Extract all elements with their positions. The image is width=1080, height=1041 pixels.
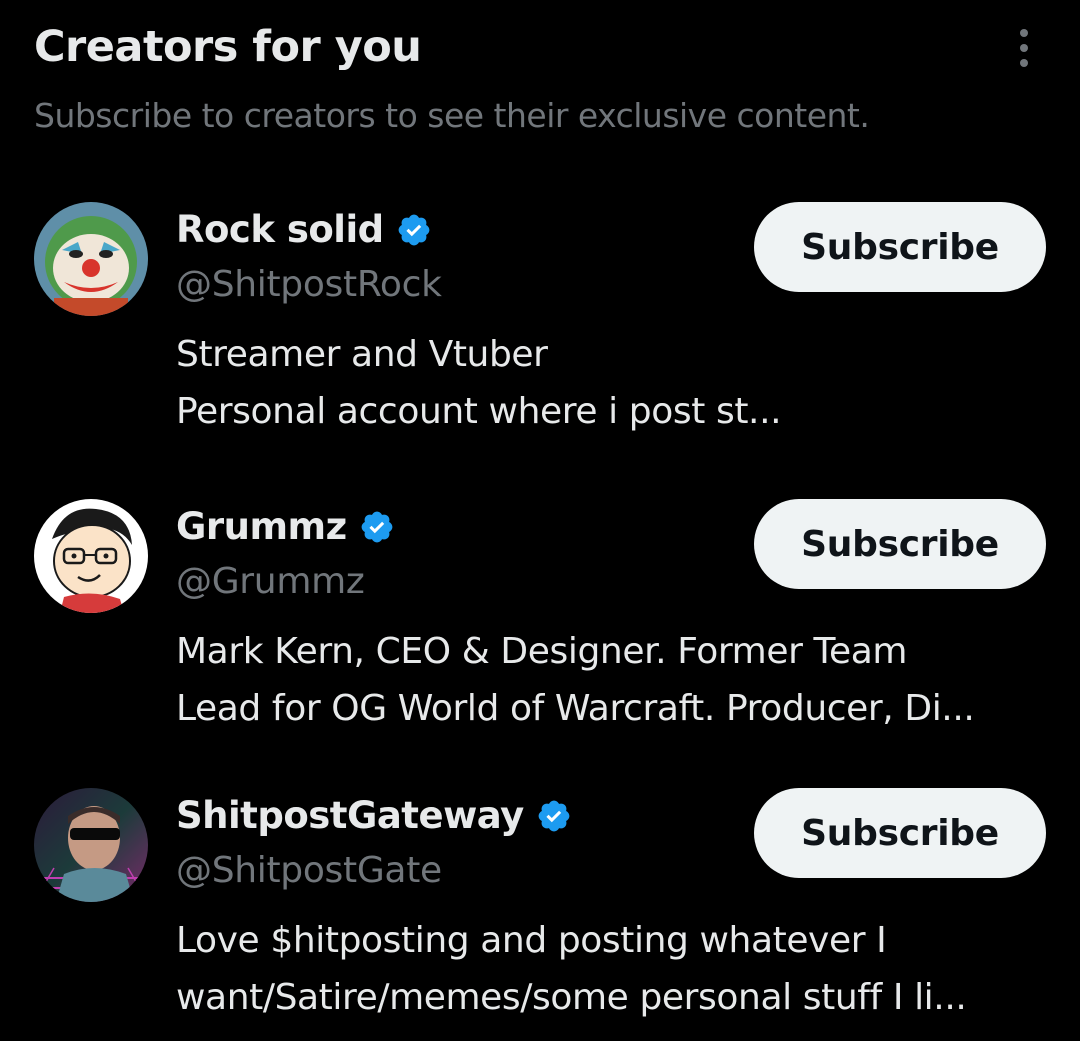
header-title: Creators for you: [34, 22, 422, 72]
verified-badge-icon: [361, 511, 392, 542]
bio-line: Love $hitposting and posting whatever I: [176, 920, 887, 961]
bio-line: Personal account where i post st...: [176, 391, 782, 432]
creator-card[interactable]: Grummz @Grummz Mark Kern, CEO & Designer…: [0, 499, 1080, 739]
creator-handle[interactable]: @ShitpostGate: [176, 850, 442, 891]
bio-line: Mark Kern, CEO & Designer. Former Team: [176, 631, 908, 672]
avatar[interactable]: [34, 202, 148, 316]
avatar[interactable]: [34, 499, 148, 613]
creator-bio: Love $hitposting and posting whatever I …: [176, 912, 1056, 1026]
creator-handle[interactable]: @Grummz: [176, 561, 365, 602]
creator-bio: Streamer and Vtuber Personal account whe…: [176, 326, 1056, 440]
more-dot: [1020, 44, 1028, 52]
creator-handle[interactable]: @ShitpostRock: [176, 264, 442, 305]
sunglasses-man-avatar-image: [34, 788, 148, 902]
subscribe-button[interactable]: Subscribe: [754, 788, 1046, 878]
more-dots-icon: [1020, 29, 1028, 37]
clown-avatar-image: [34, 202, 148, 316]
subscribe-button[interactable]: Subscribe: [754, 202, 1046, 292]
more-options-button[interactable]: [1004, 26, 1044, 70]
bio-line: Lead for OG World of Warcraft. Producer,…: [176, 688, 975, 729]
creator-bio: Mark Kern, CEO & Designer. Former Team L…: [176, 623, 1056, 737]
bio-line: Streamer and Vtuber: [176, 334, 548, 375]
creator-card[interactable]: Rock solid @ShitpostRock Streamer and Vt…: [0, 202, 1080, 442]
creator-display-name[interactable]: Rock solid: [176, 208, 384, 251]
creator-display-name[interactable]: ShitpostGateway: [176, 794, 524, 837]
cartoon-face-avatar-image: [34, 499, 148, 613]
creator-display-name[interactable]: Grummz: [176, 505, 347, 548]
verified-badge-icon: [398, 214, 429, 245]
creator-card[interactable]: ShitpostGateway @ShitpostGate Love $hitp…: [0, 788, 1080, 1028]
header-subtitle: Subscribe to creators to see their exclu…: [34, 96, 870, 135]
more-dot: [1020, 59, 1028, 67]
verified-badge-icon: [538, 800, 570, 831]
avatar[interactable]: [34, 788, 148, 902]
subscribe-button[interactable]: Subscribe: [754, 499, 1046, 589]
bio-line: want/Satire/memes/some personal stuff I …: [176, 977, 967, 1018]
